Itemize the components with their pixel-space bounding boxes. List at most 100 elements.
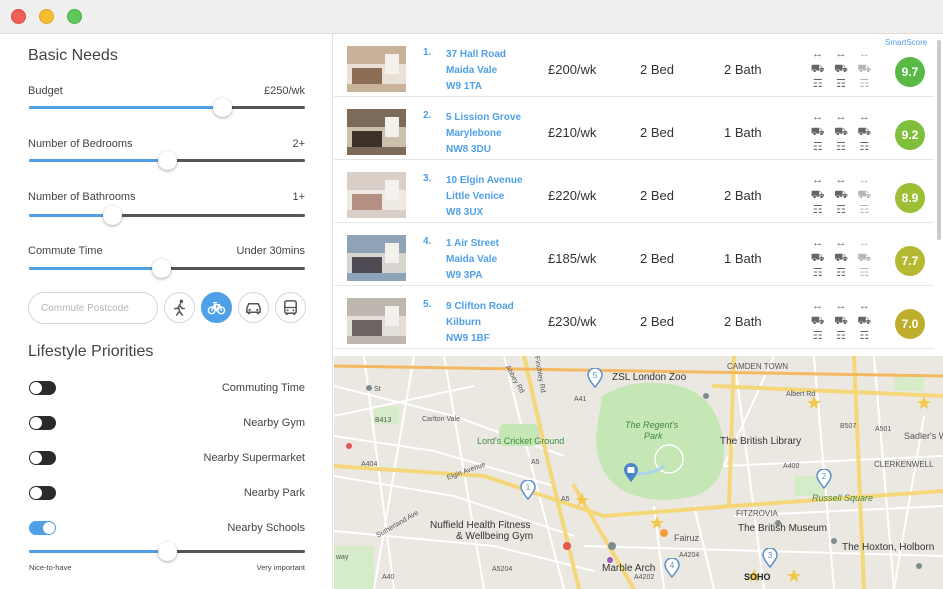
commute-label: Commute Time (28, 245, 103, 257)
listing-address[interactable]: 10 Elgin Avenue Little Venice W8 3UX (446, 173, 523, 221)
map-pin-icon[interactable]: 5 (587, 368, 603, 388)
amenity-icon-row: ↔ ↔ ↔ (806, 110, 876, 125)
listing-photo[interactable] (347, 172, 406, 218)
distance-icon: ↔ (858, 174, 870, 186)
map-pin-icon[interactable]: 3 (762, 548, 778, 568)
close-window-button[interactable] (11, 9, 26, 24)
commute-postcode-input[interactable] (28, 292, 158, 324)
listing-postcode: W9 1TA (446, 81, 482, 92)
listing-row[interactable]: 4. 1 Air Street Maida Vale W9 3PA £185/wk 2 B… (334, 223, 934, 286)
priority-toggle-knob (43, 522, 55, 534)
listing-postcode: W9 3PA (446, 270, 483, 281)
bathrooms-slider-fill (29, 214, 112, 217)
distance-icon: ↔ (858, 237, 870, 249)
smartscore-badge: 7.7 (895, 246, 925, 276)
map-label-nuffield-1: Nuffield Health Fitness (430, 520, 531, 531)
school-icon: ☶ (859, 78, 870, 90)
priority-toggle[interactable] (29, 521, 56, 535)
listing-postcode: W8 3UX (446, 207, 484, 218)
lifestyle-priorities-title: Lifestyle Priorities (28, 343, 154, 360)
listing-baths: 2 Bath (724, 314, 762, 329)
map-label-lords: Lord's Cricket Ground (477, 436, 565, 446)
cart-icon: ⛟ (834, 252, 848, 264)
map-label-library: The British Library (720, 436, 802, 447)
commute-value: Under 30mins (236, 245, 305, 257)
bedrooms-label-row: Number of Bedrooms 2+ (28, 138, 305, 150)
map-pin-icon[interactable]: 4 (664, 558, 680, 578)
map-pin-icon[interactable]: 1 (520, 480, 536, 500)
listing-photo[interactable] (347, 109, 406, 155)
window-titlebar (0, 0, 943, 34)
map-label-zoo: ZSL London Zoo (612, 372, 687, 383)
listing-address[interactable]: 9 Clifton Road Kilburn NW9 1BF (446, 299, 514, 347)
minimize-window-button[interactable] (39, 9, 54, 24)
listing-area: Maida Vale (446, 254, 498, 265)
map-label-a40: A40 (382, 574, 395, 581)
budget-slider[interactable] (29, 98, 305, 117)
listing-baths: 1 Bath (724, 125, 762, 140)
listing-photo[interactable] (347, 46, 406, 92)
listing-row[interactable]: 5. 9 Clifton Road Kilburn NW9 1BF £230/wk 2 B… (334, 286, 934, 349)
car-mode-button[interactable] (238, 292, 269, 323)
commute-slider-handle[interactable] (152, 259, 172, 278)
priority-label: Nearby Gym (243, 417, 305, 429)
listing-photo[interactable] (347, 235, 406, 281)
listing-photo[interactable] (347, 298, 406, 344)
listing-row[interactable]: 1. 37 Hall Road Maida Vale W9 1TA £200/wk 2 B… (334, 34, 934, 97)
map-label-regents-1: The Regent's (625, 420, 679, 430)
priority-toggle[interactable] (29, 416, 56, 430)
school-icon: ☶ (836, 204, 846, 216)
amenity-icon-row: ↔ ↔ ↔ (806, 236, 876, 251)
bus-mode-button[interactable] (275, 292, 306, 323)
bathrooms-slider-handle[interactable] (102, 206, 122, 225)
priority-label: Nearby Park (243, 487, 305, 499)
importance-slider-handle[interactable] (158, 542, 177, 561)
cart-icon: ⛟ (810, 315, 825, 327)
cart-icon: ⛟ (810, 63, 825, 75)
importance-slider[interactable] (29, 542, 305, 561)
bedrooms-slider-handle[interactable] (158, 151, 177, 170)
listing-rank: 1. (423, 47, 432, 58)
listing-beds: 2 Bed (640, 251, 674, 266)
priority-toggle[interactable] (29, 451, 56, 465)
bathrooms-slider[interactable] (29, 206, 305, 225)
map-label-a404: A404 (361, 461, 378, 468)
importance-slider-fill (29, 550, 167, 553)
map-view[interactable]: ZSL London Zoo CAMDEN TOWN The Regent's … (334, 356, 943, 589)
priority-toggle-knob (30, 382, 42, 394)
listing-address[interactable]: 5 Lission Grove Marylebone NW8 3DU (446, 110, 521, 158)
listing-street: 10 Elgin Avenue (446, 175, 523, 186)
listing-address[interactable]: 1 Air Street Maida Vale W9 3PA (446, 236, 499, 284)
school-icon: ☶ (859, 141, 870, 153)
map-label-carlton: Carlton Vale (422, 416, 461, 423)
listing-beds: 2 Bed (640, 314, 674, 329)
bathrooms-label: Number of Bathrooms (28, 191, 136, 203)
bike-mode-button[interactable] (201, 292, 232, 323)
map-label-a5204: A5204 (492, 566, 513, 573)
map-pin-icon[interactable]: 2 (816, 469, 832, 489)
zoom-window-button[interactable] (67, 9, 82, 24)
budget-slider-handle[interactable] (213, 98, 233, 117)
distance-icon: ↔ (858, 48, 870, 60)
listing-beds: 2 Bed (640, 125, 674, 140)
priority-toggle[interactable] (29, 486, 56, 500)
walk-mode-button[interactable] (164, 292, 195, 323)
bedrooms-slider[interactable] (29, 151, 305, 170)
bathrooms-label-row: Number of Bathrooms 1+ (28, 191, 305, 203)
listing-row[interactable]: 2. 5 Lission Grove Marylebone NW8 3DU £210/w… (334, 97, 934, 160)
budget-label: Budget (28, 85, 63, 97)
commute-slider[interactable] (29, 259, 305, 278)
amenity-icon-row: ☶ ☶ ☶ (806, 77, 876, 92)
commute-destination-icon[interactable] (623, 463, 639, 483)
listing-baths: 2 Bath (724, 188, 762, 203)
listing-area: Maida Vale (446, 65, 498, 76)
distance-icon: ↔ (835, 300, 847, 312)
priority-toggle[interactable] (29, 381, 56, 395)
listing-row[interactable]: 3. 10 Elgin Avenue Little Venice W8 3UX £220… (334, 160, 934, 223)
listings-scrollbar[interactable] (937, 40, 941, 240)
amenity-icons: ↔ ↔ ↔ ⛟ ⛟ ⛟ ☶ ☶ ☶ (806, 47, 876, 92)
amenity-icon-row: ↔ ↔ ↔ (806, 299, 876, 314)
listing-address[interactable]: 37 Hall Road Maida Vale W9 1TA (446, 47, 506, 95)
map-label-soho: SOHO (744, 572, 771, 582)
map-label-a501: A501 (875, 426, 892, 433)
